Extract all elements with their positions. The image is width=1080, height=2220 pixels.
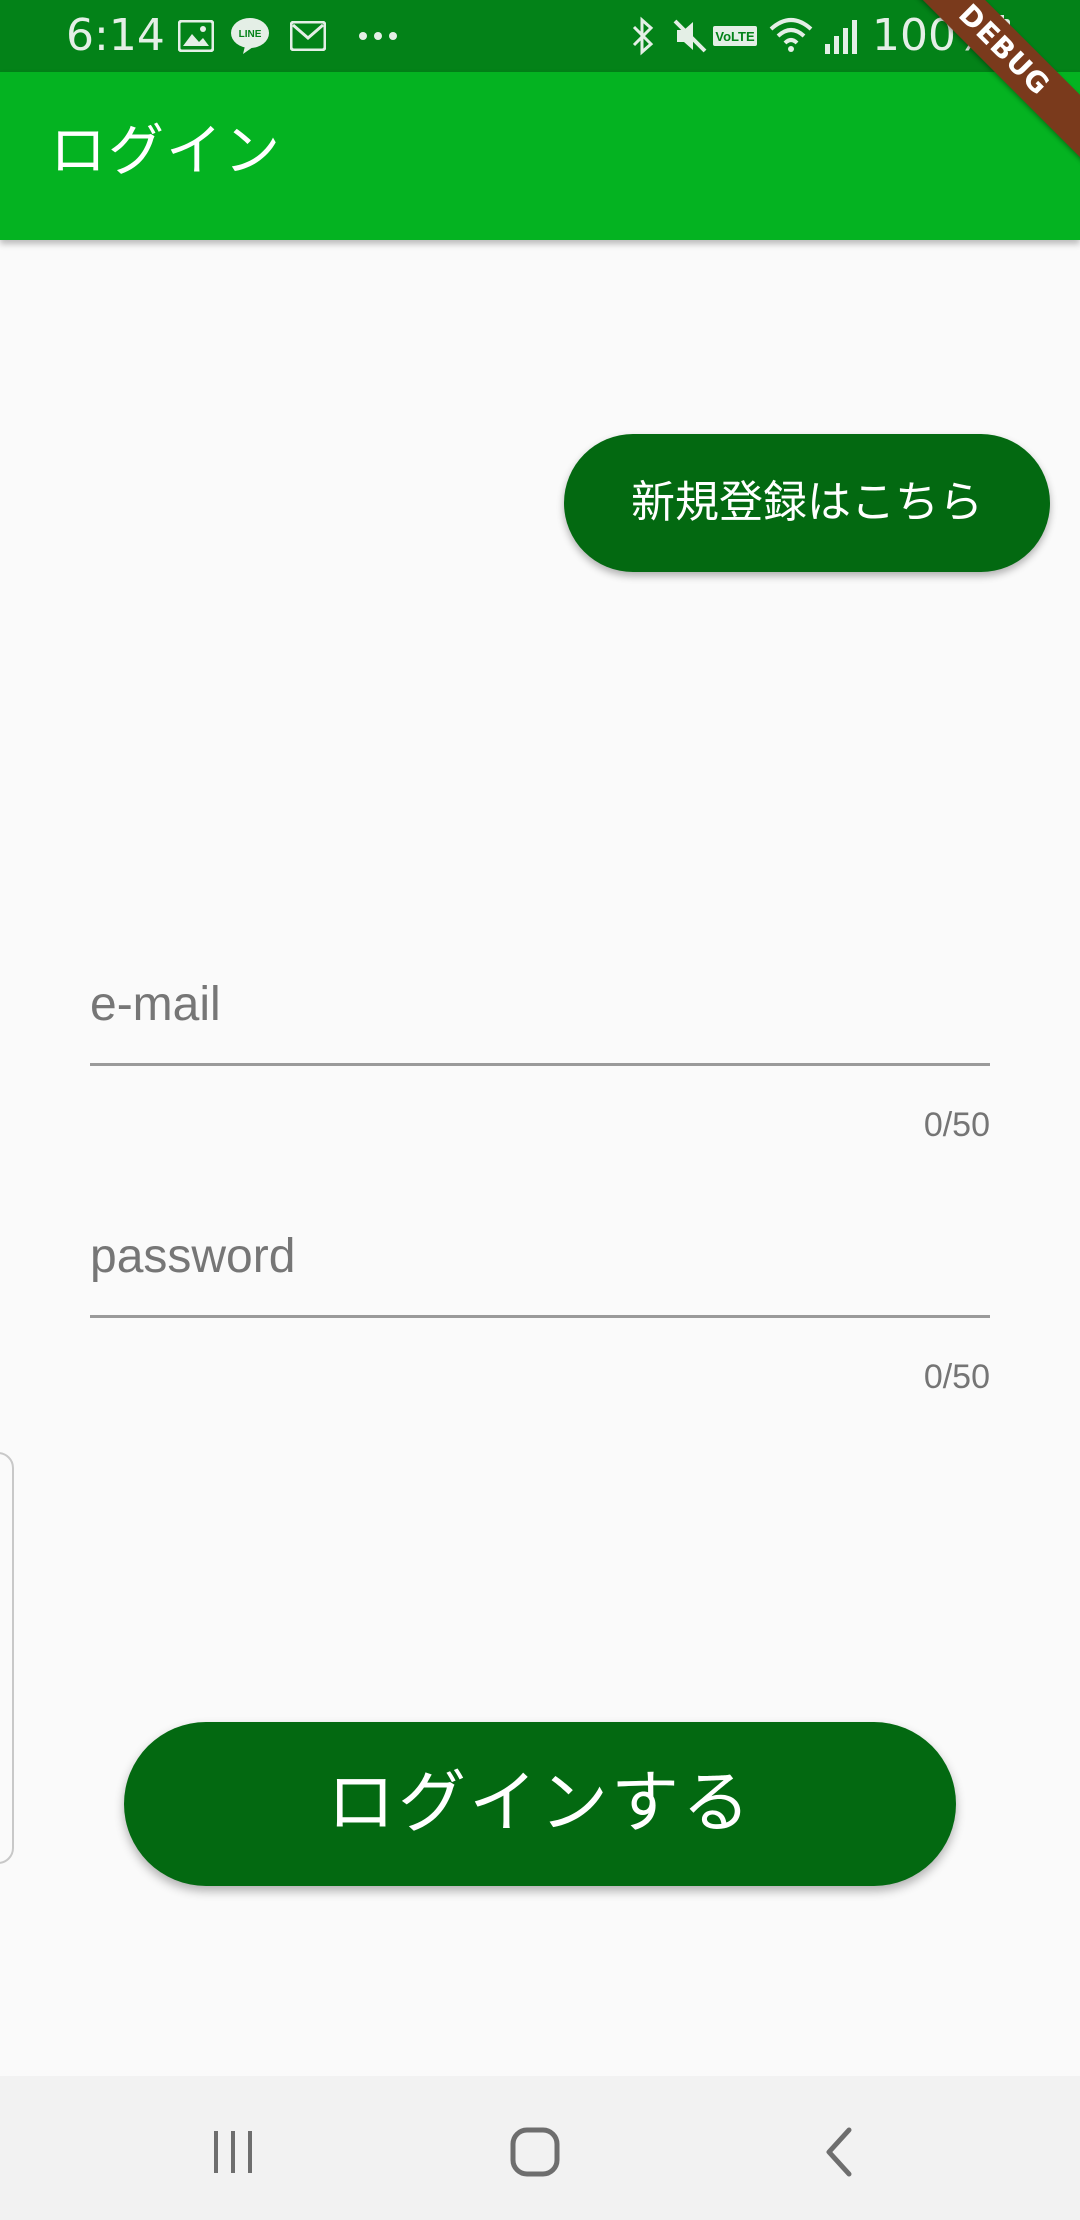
gmail-icon (288, 14, 328, 58)
edge-panel-handle[interactable] (0, 1452, 14, 1864)
line-icon: LINE (228, 14, 272, 58)
volte-label: VoLTE (715, 29, 755, 44)
page-title: ログイン (50, 119, 282, 184)
register-button[interactable]: 新規登録はこちら (564, 434, 1050, 572)
signal-icon (822, 14, 858, 58)
email-field-container: 0/50 (90, 958, 990, 1148)
wifi-icon (768, 14, 814, 58)
password-field-container: 0/50 (90, 1210, 990, 1400)
app-bar: ログイン (0, 72, 1080, 240)
email-field[interactable] (90, 958, 990, 1066)
mute-icon (670, 14, 710, 58)
login-button[interactable]: ログインする (124, 1722, 956, 1886)
svg-text:LINE: LINE (239, 29, 262, 40)
recent-apps-icon[interactable] (188, 2112, 278, 2192)
home-icon[interactable] (490, 2112, 580, 2192)
back-icon[interactable] (794, 2112, 884, 2192)
bluetooth-icon (626, 14, 660, 58)
status-bar: 6:14 LINE VoLTE 100% (0, 0, 1080, 72)
navigation-bar (0, 2076, 1080, 2220)
login-screen: 6:14 LINE VoLTE 100% ログイン DEBUG 新規登録はこちら… (0, 0, 1080, 2220)
status-time: 6:14 (66, 10, 165, 61)
password-counter: 0/50 (923, 1358, 990, 1396)
email-counter: 0/50 (923, 1106, 990, 1144)
password-field[interactable] (90, 1210, 990, 1318)
volte-icon: VoLTE (712, 14, 758, 58)
more-notifications-icon (356, 14, 400, 58)
gallery-icon (176, 14, 216, 58)
